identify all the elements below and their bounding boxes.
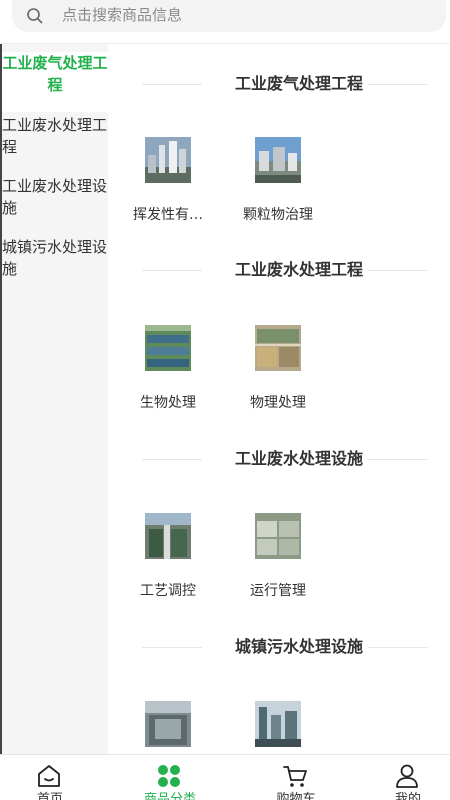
- tab-label: 购物车: [276, 792, 316, 800]
- sidebar-item-urban-sewage-facility[interactable]: 城镇污水处理设施: [2, 236, 108, 280]
- product-name: 运行管理: [250, 583, 306, 599]
- tab-label: 商品分类: [143, 792, 196, 800]
- section-header: 工业废水处理设施: [108, 447, 450, 471]
- divider: [368, 647, 428, 648]
- product-image: [145, 513, 191, 559]
- cart-icon: [283, 766, 307, 787]
- product-image: [255, 325, 301, 371]
- user-icon: [396, 764, 418, 788]
- search-input[interactable]: 点击搜索商品信息: [62, 5, 182, 25]
- category-sidebar: 工业废气处理工程 工业废水处理工程 工业废水处理设施 城镇污水处理设施: [0, 44, 108, 754]
- divider: [368, 459, 428, 460]
- section-header: 城镇污水处理设施: [108, 635, 450, 659]
- product-image: [145, 137, 191, 183]
- category-content: 工业废气处理工程 挥发性有… 颗粒物治理 工业废水处理工程 生物处理 物理处理 …: [108, 44, 450, 754]
- product-name: 颗粒物治理: [243, 207, 313, 223]
- section-header: 工业废水处理工程: [108, 258, 450, 282]
- tab-cart[interactable]: 购物车: [240, 755, 352, 800]
- product-image: [255, 513, 301, 559]
- section-header: 工业废气处理工程: [108, 72, 450, 96]
- sidebar-item-industrial-wastewater-engineering[interactable]: 工业废水处理工程: [2, 114, 108, 158]
- product-image: [145, 325, 191, 371]
- tab-mine[interactable]: 我的: [352, 755, 450, 800]
- tab-label: 首页: [36, 792, 63, 800]
- product-image: [255, 137, 301, 183]
- category-icon: [158, 765, 180, 787]
- home-icon: [38, 765, 60, 787]
- sidebar-item-industrial-gas[interactable]: 工业废气处理工程: [2, 52, 108, 112]
- product-image: [145, 701, 191, 747]
- product-name: 挥发性有…: [133, 207, 203, 223]
- tab-home[interactable]: 首页: [0, 755, 106, 800]
- product-image: [255, 701, 301, 747]
- product-name: 工艺调控: [140, 583, 196, 599]
- search-icon: [27, 8, 43, 24]
- divider: [368, 84, 428, 85]
- divider: [368, 270, 428, 271]
- tab-category[interactable]: 商品分类: [114, 755, 226, 800]
- product-name: 物理处理: [250, 395, 306, 411]
- sidebar-item-industrial-wastewater-facility[interactable]: 工业废水处理设施: [2, 175, 108, 219]
- search-bar[interactable]: 点击搜索商品信息: [12, 0, 446, 32]
- bottom-tab-bar: 首页 商品分类 购物车 我的: [0, 754, 450, 800]
- tab-label: 我的: [394, 792, 421, 800]
- product-name: 生物处理: [140, 395, 196, 411]
